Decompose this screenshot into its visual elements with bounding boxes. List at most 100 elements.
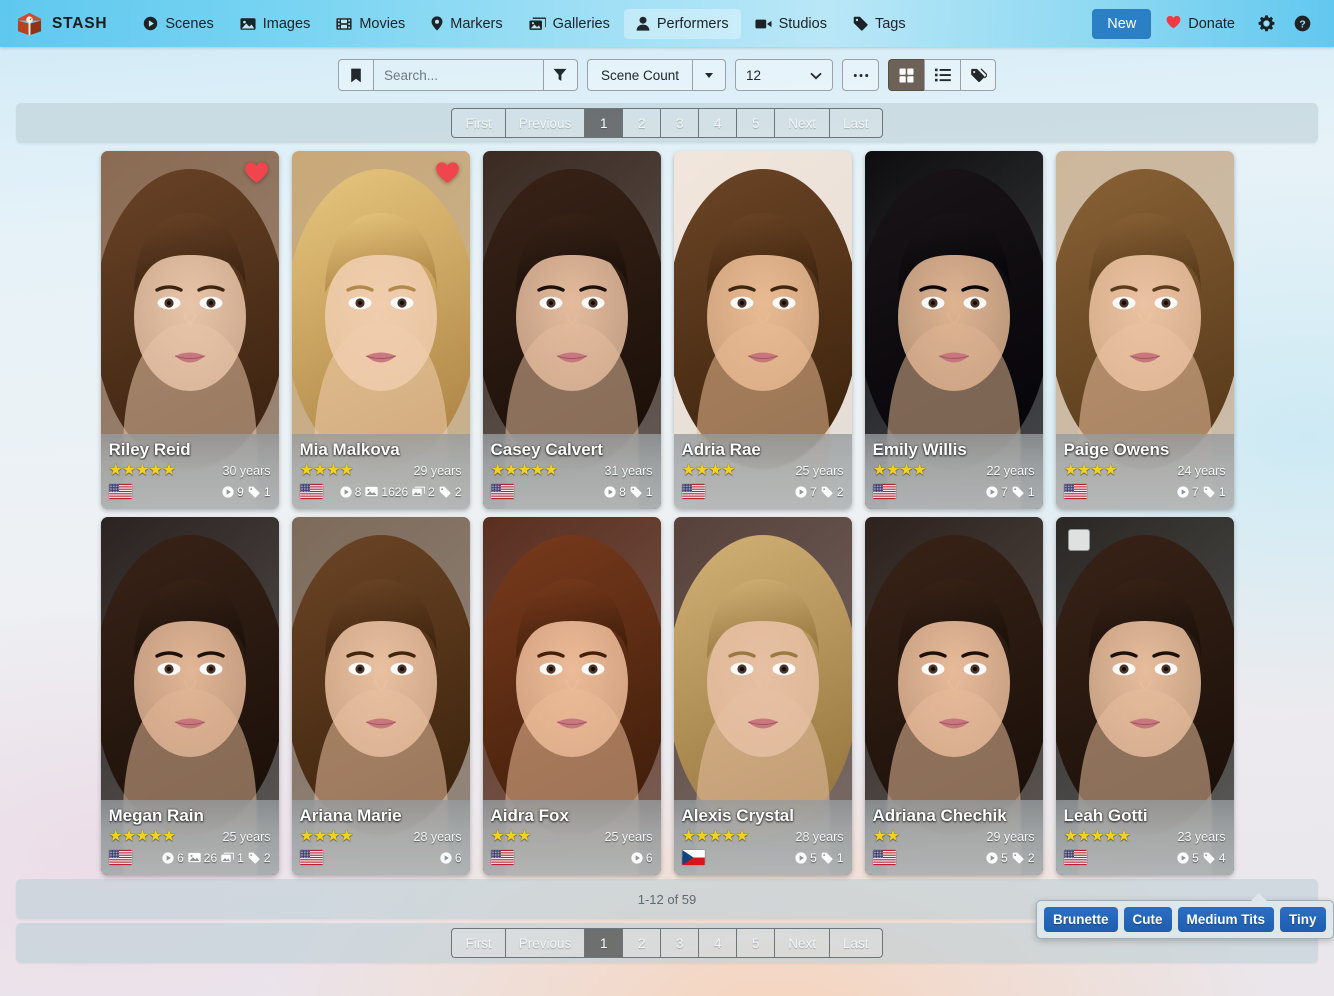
star-icon-filled[interactable]: ★ xyxy=(340,462,354,479)
settings-button[interactable] xyxy=(1250,8,1282,40)
star-icon-filled[interactable]: ★ xyxy=(886,828,900,845)
performer-card[interactable]: Adriana Chechik ★ ★ 29 years 52 xyxy=(864,517,1043,875)
page-4-button-bottom[interactable]: 4 xyxy=(698,928,737,958)
star-icon-filled[interactable]: ★ xyxy=(1064,462,1078,479)
star-icon-filled[interactable]: ★ xyxy=(1104,462,1118,479)
donate-link[interactable]: Donate xyxy=(1155,8,1246,40)
sort-by-button[interactable]: Scene Count xyxy=(586,59,693,91)
star-icon-filled[interactable]: ★ xyxy=(491,828,505,845)
star-icon-filled[interactable]: ★ xyxy=(517,828,531,845)
star-icon-filled[interactable]: ★ xyxy=(682,462,696,479)
tag-badge[interactable]: Cute xyxy=(1123,907,1172,932)
performer-card[interactable]: Adria Rae ★ ★ ★ ★ 25 years 72 xyxy=(673,151,852,509)
page-5-button-bottom[interactable]: 5 xyxy=(736,928,775,958)
star-icon-filled[interactable]: ★ xyxy=(682,828,696,845)
brand[interactable]: STASH xyxy=(16,11,107,36)
rating-stars[interactable]: ★ ★ ★ ★ ★ xyxy=(491,462,559,479)
favorite-heart-icon[interactable] xyxy=(435,161,460,189)
rating-stars[interactable]: ★ ★ ★ ★ ★ xyxy=(109,462,177,479)
star-icon-filled[interactable]: ★ xyxy=(109,828,123,845)
star-icon-filled[interactable]: ★ xyxy=(1090,462,1104,479)
tag-badge[interactable]: Medium Tits xyxy=(1177,907,1275,932)
page-last-button[interactable]: Last xyxy=(829,108,883,138)
performer-card[interactable]: Emily Willis ★ ★ ★ ★ 22 years 71 xyxy=(864,151,1043,509)
search-input[interactable] xyxy=(372,59,543,91)
list-view-button[interactable] xyxy=(924,59,961,91)
saved-filter-button[interactable] xyxy=(337,59,373,91)
star-icon-filled[interactable]: ★ xyxy=(735,828,749,845)
star-icon-filled[interactable]: ★ xyxy=(162,462,176,479)
page-previous-button[interactable]: Previous xyxy=(504,108,585,138)
star-icon-filled[interactable]: ★ xyxy=(162,828,176,845)
performer-card[interactable]: Riley Reid ★ ★ ★ ★ ★ 30 years 91 xyxy=(100,151,279,509)
rating-stars[interactable]: ★ ★ xyxy=(873,828,901,845)
performer-card[interactable]: Ariana Marie ★ ★ ★ ★ 28 years 6 xyxy=(291,517,470,875)
sort-direction-button[interactable] xyxy=(692,59,727,91)
page-next-button[interactable]: Next xyxy=(774,108,829,138)
star-icon-filled[interactable]: ★ xyxy=(1077,462,1091,479)
page-5-button[interactable]: 5 xyxy=(736,108,775,138)
performer-card[interactable]: Casey Calvert ★ ★ ★ ★ ★ 31 years 81 xyxy=(482,151,661,509)
star-icon-filled[interactable]: ★ xyxy=(1077,828,1091,845)
nav-link-galleries[interactable]: Galleries xyxy=(517,9,622,39)
page-1-button-bottom[interactable]: 1 xyxy=(584,928,623,958)
nav-link-performers[interactable]: Performers xyxy=(623,8,741,39)
grid-view-button[interactable] xyxy=(888,59,925,91)
per-page-select[interactable]: 12 xyxy=(735,59,834,91)
star-icon-filled[interactable]: ★ xyxy=(491,462,505,479)
star-icon-filled[interactable]: ★ xyxy=(695,462,709,479)
star-icon-filled[interactable]: ★ xyxy=(695,828,709,845)
star-icon-filled[interactable]: ★ xyxy=(122,828,136,845)
page-4-button[interactable]: 4 xyxy=(698,108,737,138)
rating-stars[interactable]: ★ ★ ★ ★ xyxy=(1064,462,1118,479)
page-next-button-bottom[interactable]: Next xyxy=(774,928,829,958)
select-checkbox[interactable] xyxy=(1067,529,1090,551)
star-icon-filled[interactable]: ★ xyxy=(300,828,314,845)
star-icon-filled[interactable]: ★ xyxy=(504,462,518,479)
star-icon-filled[interactable]: ★ xyxy=(1104,828,1118,845)
star-icon-filled[interactable]: ★ xyxy=(708,462,722,479)
nav-link-images[interactable]: Images xyxy=(228,9,323,39)
nav-link-tags[interactable]: Tags xyxy=(841,9,918,39)
rating-stars[interactable]: ★ ★ ★ ★ xyxy=(682,462,736,479)
star-icon-filled[interactable]: ★ xyxy=(135,828,149,845)
star-icon-filled[interactable]: ★ xyxy=(1117,828,1131,845)
performer-card[interactable]: Megan Rain ★ ★ ★ ★ ★ 25 years 6 26 1 2 xyxy=(100,517,279,875)
rating-stars[interactable]: ★ ★ ★ xyxy=(491,828,532,845)
performer-card[interactable]: Leah Gotti ★ ★ ★ ★ ★ 23 years 54 xyxy=(1055,517,1234,875)
tag-badge[interactable]: Brunette xyxy=(1044,907,1118,932)
more-options-button[interactable] xyxy=(842,59,880,91)
page-2-button-bottom[interactable]: 2 xyxy=(622,928,661,958)
star-icon-filled[interactable]: ★ xyxy=(109,462,123,479)
page-1-button[interactable]: 1 xyxy=(584,108,623,138)
rating-stars[interactable]: ★ ★ ★ ★ xyxy=(300,828,354,845)
performer-card[interactable]: Alexis Crystal ★ ★ ★ ★ ★ 28 years 51 xyxy=(673,517,852,875)
star-icon-filled[interactable]: ★ xyxy=(1090,828,1104,845)
new-button[interactable]: New xyxy=(1092,8,1152,39)
star-icon-filled[interactable]: ★ xyxy=(722,828,736,845)
performer-card[interactable]: Aidra Fox ★ ★ ★ 25 years 6 xyxy=(482,517,661,875)
nav-link-markers[interactable]: Markers xyxy=(419,9,514,39)
nav-link-studios[interactable]: Studios xyxy=(743,9,839,39)
star-icon-filled[interactable]: ★ xyxy=(122,462,136,479)
star-icon-filled[interactable]: ★ xyxy=(326,462,340,479)
tag-badge[interactable]: Tiny xyxy=(1280,907,1326,932)
star-icon-filled[interactable]: ★ xyxy=(340,828,354,845)
star-icon-filled[interactable]: ★ xyxy=(873,828,887,845)
favorite-heart-icon[interactable] xyxy=(244,161,269,189)
page-3-button[interactable]: 3 xyxy=(660,108,699,138)
star-icon-filled[interactable]: ★ xyxy=(531,462,545,479)
page-first-button-bottom[interactable]: First xyxy=(451,928,505,958)
star-icon-filled[interactable]: ★ xyxy=(313,462,327,479)
rating-stars[interactable]: ★ ★ ★ ★ ★ xyxy=(109,828,177,845)
rating-stars[interactable]: ★ ★ ★ ★ xyxy=(873,462,927,479)
star-icon-filled[interactable]: ★ xyxy=(899,462,913,479)
tagger-view-button[interactable] xyxy=(960,59,997,91)
page-previous-button-bottom[interactable]: Previous xyxy=(504,928,585,958)
star-icon-filled[interactable]: ★ xyxy=(913,462,927,479)
nav-link-scenes[interactable]: Scenes xyxy=(131,9,225,39)
star-icon-filled[interactable]: ★ xyxy=(886,462,900,479)
star-icon-filled[interactable]: ★ xyxy=(135,462,149,479)
filter-button[interactable] xyxy=(542,59,578,91)
star-icon-filled[interactable]: ★ xyxy=(873,462,887,479)
